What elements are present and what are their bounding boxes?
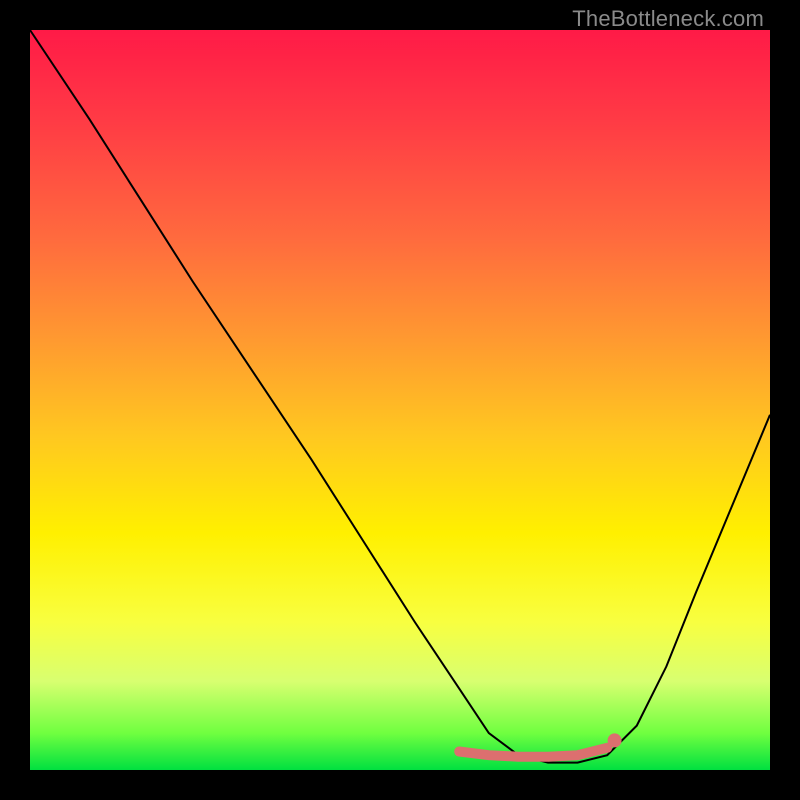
curve-layer	[30, 30, 770, 770]
highlight-end-dot	[608, 733, 622, 747]
watermark-text: TheBottleneck.com	[572, 6, 764, 32]
chart-frame: TheBottleneck.com	[0, 0, 800, 800]
plot-area	[30, 30, 770, 770]
optimal-range-highlight	[459, 748, 607, 757]
bottleneck-curve	[30, 30, 770, 763]
